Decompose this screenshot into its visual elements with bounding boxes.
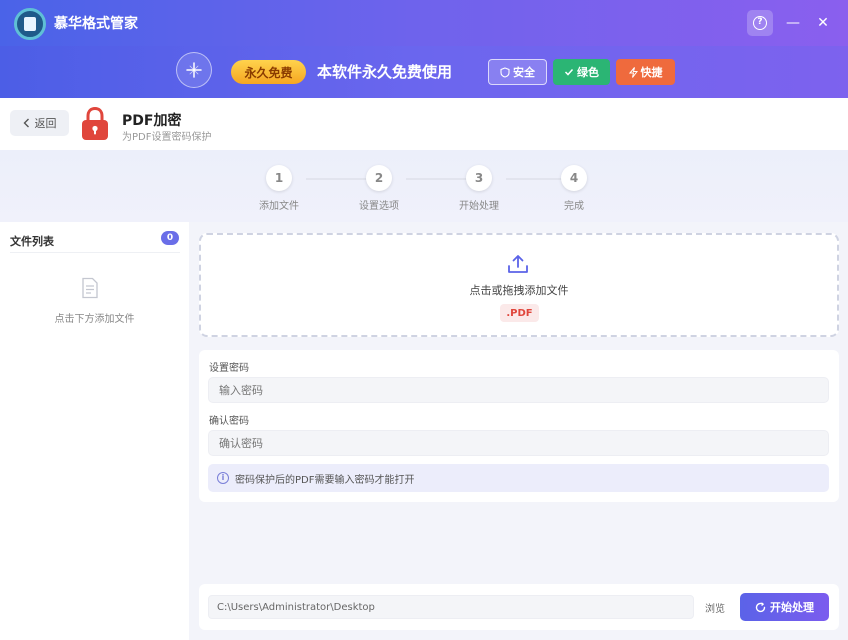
close-icon: ✕: [817, 15, 829, 31]
bolt-icon: [628, 66, 638, 78]
tag-green: 绿色: [553, 59, 610, 85]
format-chip: .PDF: [500, 304, 539, 322]
step-1-circle: 1: [266, 165, 292, 191]
step-2-label: 设置选项: [359, 201, 399, 212]
step-3-circle: 3: [466, 165, 492, 191]
step-2-circle: 2: [366, 165, 392, 191]
step-3-label: 开始处理: [459, 201, 499, 212]
page-subtitle: 为PDF设置密码保护: [122, 132, 212, 143]
step-4-circle: 4: [561, 165, 587, 191]
step-4-label: 完成: [564, 201, 584, 212]
confirm-password-label: 确认密码: [209, 416, 249, 427]
banner-text: 本软件永久免费使用: [317, 63, 453, 81]
minimize-button[interactable]: —: [780, 10, 806, 36]
free-badge: 永久免费: [231, 60, 306, 84]
step-connector: [406, 178, 466, 180]
back-label: 返回: [34, 117, 57, 130]
dropzone-text: 点击或拖拽添加文件: [469, 284, 569, 297]
title-bar: 慕华格式管家 ? — ✕: [0, 0, 848, 46]
shield-icon: [500, 66, 510, 78]
chevron-left-icon: [23, 118, 29, 128]
start-button-label: 开始处理: [770, 601, 814, 614]
document-icon: [81, 277, 99, 303]
hint-text: 密码保护后的PDF需要输入密码才能打开: [235, 474, 415, 486]
password-input[interactable]: [208, 377, 829, 403]
lock-icon: [80, 106, 110, 146]
close-button[interactable]: ✕: [810, 10, 836, 36]
app-title: 慕华格式管家: [54, 16, 138, 32]
app-logo-icon: [14, 8, 46, 40]
promo-banner: 永久免费 本软件永久免费使用 安全 绿色 快捷: [0, 46, 848, 98]
check-icon: [564, 68, 574, 76]
step-indicator: [0, 150, 848, 222]
empty-list-text: 点击下方添加文件: [54, 314, 135, 325]
password-label: 设置密码: [209, 363, 249, 374]
confirm-password-input[interactable]: [208, 430, 829, 456]
help-icon: ?: [753, 16, 767, 30]
tag-fast-label: 快捷: [640, 66, 663, 79]
back-button[interactable]: 返回: [10, 110, 69, 136]
info-icon: i: [217, 472, 229, 484]
info-hint: i 密码保护后的PDF需要输入密码才能打开: [208, 464, 829, 492]
page-title: PDF加密: [122, 113, 182, 129]
tag-fast: 快捷: [616, 59, 675, 85]
minimize-icon: —: [786, 15, 800, 31]
step-1-label: 添加文件: [259, 201, 299, 212]
step-connector: [306, 178, 366, 180]
browse-button[interactable]: 浏览: [699, 595, 731, 619]
step-connector: [506, 178, 566, 180]
help-button[interactable]: ?: [747, 10, 773, 36]
tag-green-label: 绿色: [577, 66, 599, 79]
start-button[interactable]: 开始处理: [740, 593, 829, 621]
refresh-icon: [755, 601, 766, 612]
tag-safe-label: 安全: [513, 66, 535, 79]
sparkle-icon: [176, 52, 212, 88]
output-path-input[interactable]: [208, 595, 694, 619]
file-count-badge: 0: [161, 231, 179, 245]
file-list-title: 文件列表: [10, 235, 54, 248]
upload-icon: [507, 254, 529, 278]
tag-safe: 安全: [488, 59, 547, 85]
divider: [10, 252, 180, 253]
